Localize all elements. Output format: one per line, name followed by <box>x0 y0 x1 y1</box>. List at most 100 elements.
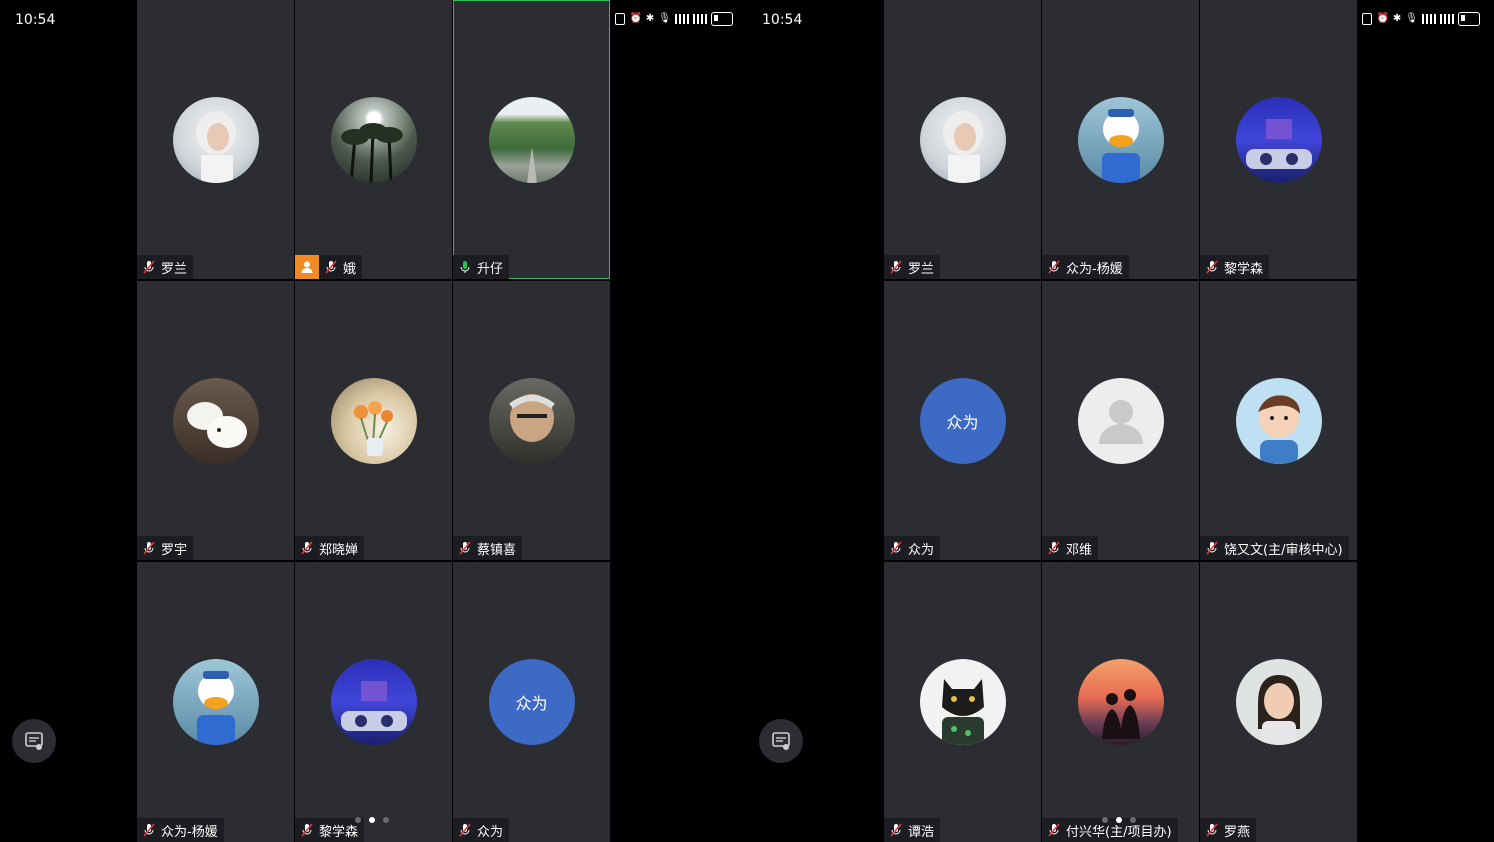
participant-tile[interactable]: 黎学森 <box>295 562 452 842</box>
nameplate: 众为-杨媛 <box>1042 255 1129 279</box>
mic-muted-icon <box>143 541 155 555</box>
chat-icon <box>772 732 790 750</box>
avatar <box>172 378 259 464</box>
nameplate: 谭浩 <box>884 818 941 842</box>
nameplate: 郑晓婵 <box>295 536 365 560</box>
nameplate: 众为-杨媛 <box>137 818 224 842</box>
avatar-initials: 众为 <box>946 413 979 432</box>
white-hair-woman-image <box>942 111 983 183</box>
page-dot[interactable] <box>383 817 389 823</box>
participant-tile[interactable]: 罗兰 <box>137 0 294 279</box>
avatar <box>488 97 575 183</box>
participant-name: 众为-杨媛 <box>1066 261 1123 277</box>
phone-screen-right: 10:54 ⏰ ✱ 🎙 罗兰 众为-杨媛 黎学森 众为 众为 邓维 饶又文(主/… <box>747 0 1494 842</box>
mic-muted-icon <box>143 823 155 837</box>
participant-name: 郑晓婵 <box>319 542 359 558</box>
bluetooth-icon: ✱ <box>1392 13 1402 24</box>
mic-muted-icon <box>143 260 155 274</box>
nameplate: 蔡镇喜 <box>453 536 523 560</box>
blue-stage-image <box>1245 119 1312 169</box>
mic-muted-icon <box>1048 541 1060 555</box>
participant-tile[interactable]: 众为-杨媛 <box>1042 0 1199 279</box>
participant-name: 谭浩 <box>908 824 935 840</box>
nameplate: 罗兰 <box>884 255 941 279</box>
anime-old-man-image <box>508 394 555 442</box>
participant-name: 付兴华(主/项目办) <box>1066 824 1172 840</box>
page-dot-current[interactable] <box>1116 817 1122 823</box>
woman-portrait-image <box>1257 675 1300 745</box>
default-person-icon <box>1098 400 1143 444</box>
participant-tile[interactable]: 谭浩 <box>884 562 1041 842</box>
signal-icon <box>675 14 689 24</box>
participant-tile[interactable]: 郑晓婵 <box>295 281 452 560</box>
mic-active-icon <box>460 261 470 273</box>
participant-grid: 罗兰 众为-杨媛 黎学森 众为 众为 邓维 饶又文(主/审核中心) 谭浩 付兴华… <box>884 0 1357 842</box>
signal-2-icon <box>1440 14 1454 24</box>
participant-name: 升仔 <box>477 261 504 277</box>
mic-muted-icon <box>1206 541 1218 555</box>
nameplate: 娥 <box>295 255 363 279</box>
signal-2-icon <box>693 14 707 24</box>
chat-button[interactable] <box>12 719 56 763</box>
participant-tile[interactable]: 众为 众为 <box>884 281 1041 560</box>
donald-duck-image <box>196 671 235 745</box>
participant-tile[interactable]: 罗宇 <box>137 281 294 560</box>
participant-name: 罗兰 <box>161 261 188 277</box>
mic-muted-icon <box>301 541 313 555</box>
avatar <box>919 97 1006 183</box>
nfc-icon <box>615 13 626 25</box>
mic-muted-icon <box>459 541 471 555</box>
participant-tile[interactable]: 娥 <box>295 0 452 279</box>
mic-muted-icon <box>325 260 337 274</box>
participant-name: 众为 <box>477 824 504 840</box>
page-dot-current[interactable] <box>369 817 375 823</box>
donald-duck-image <box>1101 109 1140 183</box>
nfc-icon <box>1362 13 1373 25</box>
page-indicator[interactable] <box>355 817 389 823</box>
participant-tile[interactable]: 罗兰 <box>884 0 1041 279</box>
avatar <box>1077 659 1164 745</box>
avatar <box>330 378 417 464</box>
mic-muted-icon <box>1048 260 1060 274</box>
nameplate: 升仔 <box>453 255 510 279</box>
blue-stage-image <box>340 681 407 731</box>
mic-muted-icon <box>1206 260 1218 274</box>
participant-grid: 罗兰 娥 升仔 罗宇 郑晓婵 蔡镇喜 众为-杨媛 黎学森 众为 众为 <box>137 0 610 842</box>
white-hair-woman-image <box>195 111 236 183</box>
participant-tile[interactable]: 饶又文(主/审核中心) <box>1200 281 1357 560</box>
participant-tile[interactable]: 黎学森 <box>1200 0 1357 279</box>
nameplate: 饶又文(主/审核中心) <box>1200 536 1349 560</box>
participant-tile[interactable]: 众为-杨媛 <box>137 562 294 842</box>
participant-tile[interactable]: 邓维 <box>1042 281 1199 560</box>
participant-name: 众为 <box>908 542 935 558</box>
avatar <box>1235 659 1322 745</box>
nameplate: 众为 <box>884 536 941 560</box>
mic-muted-icon <box>890 260 902 274</box>
avatar <box>330 659 417 745</box>
black-panther-art-image <box>941 679 984 745</box>
chat-button[interactable] <box>759 719 803 763</box>
avatar: 众为 <box>919 378 1006 464</box>
participant-tile[interactable]: 付兴华(主/项目办) <box>1042 562 1199 842</box>
status-bar-icons: ⏰ ✱ 🎙 <box>615 12 733 26</box>
nameplate: 众为 <box>453 818 510 842</box>
battery-icon <box>1458 12 1480 26</box>
participant-tile[interactable]: 蔡镇喜 <box>453 281 610 560</box>
avatar <box>330 97 417 183</box>
mic-muted-icon <box>1206 823 1218 837</box>
participant-tile[interactable]: 罗燕 <box>1200 562 1357 842</box>
participant-tile[interactable]: 众为 众为 <box>453 562 610 842</box>
participant-tile-active-speaker[interactable]: 升仔 <box>453 0 610 279</box>
page-dot[interactable] <box>1130 817 1136 823</box>
participant-name: 众为-杨媛 <box>161 824 218 840</box>
avatar: 众为 <box>488 659 575 745</box>
phone-screen-left: 10:54 ⏰ ✱ 🎙 罗兰 娥 升仔 罗宇 郑晓婵 蔡镇喜 众为-杨媛 黎学森… <box>0 0 747 842</box>
participant-name: 罗兰 <box>908 261 935 277</box>
page-dot[interactable] <box>1102 817 1108 823</box>
white-lambs-image <box>186 402 247 448</box>
page-indicator[interactable] <box>1102 817 1136 823</box>
mic-status-icon: 🎙 <box>1405 13 1418 24</box>
page-dot[interactable] <box>355 817 361 823</box>
participant-name: 蔡镇喜 <box>477 542 517 558</box>
mic-muted-icon <box>890 823 902 837</box>
